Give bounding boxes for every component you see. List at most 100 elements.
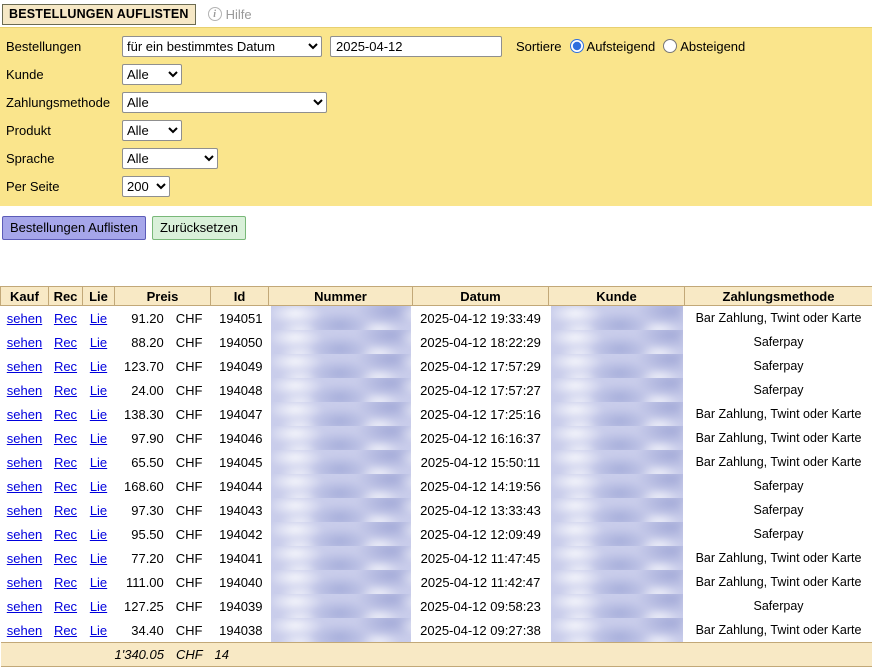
order-date: 2025-04-12 15:50:11 [413,450,549,474]
currency-label: CHF [176,599,203,614]
customer-redacted [551,378,683,402]
rec-link[interactable]: Rec [54,623,77,638]
price-value: 127.25 [115,599,164,614]
kunde-select[interactable]: Alle [122,64,182,85]
price-value: 88.20 [115,335,164,350]
lie-link[interactable]: Lie [90,575,107,590]
order-id: 194047 [211,402,269,426]
table-row: sehen Rec Lie 97.30 CHF 194043 2025-04-1… [1,498,872,522]
order-date: 2025-04-12 11:47:45 [413,546,549,570]
rec-link[interactable]: Rec [54,311,77,326]
lie-link[interactable]: Lie [90,503,107,518]
rec-link[interactable]: Rec [54,455,77,470]
price-value: 77.20 [115,551,164,566]
order-id: 194043 [211,498,269,522]
filter-row-bestellungen: Bestellungen für ein bestimmtes Datum So… [0,32,872,60]
help-link[interactable]: i Hilfe [208,7,252,22]
currency-label: CHF [176,311,203,326]
page-title: BESTELLUNGEN AUFLISTEN [2,4,196,25]
rec-link[interactable]: Rec [54,551,77,566]
customer-redacted [551,618,683,642]
lie-link[interactable]: Lie [90,551,107,566]
lie-link[interactable]: Lie [90,623,107,638]
date-input[interactable] [330,36,502,57]
lie-link[interactable]: Lie [90,455,107,470]
sehen-link[interactable]: sehen [7,575,42,590]
header-kunde: Kunde [549,287,685,306]
header-preis: Preis [115,287,211,306]
lie-link[interactable]: Lie [90,599,107,614]
order-number-redacted [271,546,411,570]
payment-method: Saferpay [685,594,872,618]
per-seite-select[interactable]: 200 [122,176,170,197]
lie-link[interactable]: Lie [90,407,107,422]
sprache-select[interactable]: Alle [122,148,218,169]
customer-redacted [551,450,683,474]
top-bar: BESTELLUNGEN AUFLISTEN i Hilfe [0,0,872,27]
order-number-redacted [271,426,411,450]
rec-link[interactable]: Rec [54,407,77,422]
sort-descending-option[interactable]: Absteigend [663,39,745,54]
sehen-link[interactable]: sehen [7,335,42,350]
table-row: sehen Rec Lie 123.70 CHF 194049 2025-04-… [1,354,872,378]
lie-link[interactable]: Lie [90,479,107,494]
lie-link[interactable]: Lie [90,311,107,326]
rec-link[interactable]: Rec [54,383,77,398]
zahlungsmethode-label: Zahlungsmethode [6,95,122,110]
filter-row-kunde: Kunde Alle [0,60,872,88]
rec-link[interactable]: Rec [54,503,77,518]
sehen-link[interactable]: sehen [7,455,42,470]
customer-redacted [551,546,683,570]
sort-descending-radio[interactable] [663,39,677,53]
sehen-link[interactable]: sehen [7,623,42,638]
header-rec: Rec [49,287,83,306]
sehen-link[interactable]: sehen [7,359,42,374]
bestellungen-label: Bestellungen [6,39,122,54]
header-lie: Lie [83,287,115,306]
rec-link[interactable]: Rec [54,431,77,446]
order-id: 194050 [211,330,269,354]
sehen-link[interactable]: sehen [7,383,42,398]
lie-link[interactable]: Lie [90,335,107,350]
sort-ascending-option[interactable]: Aufsteigend [570,39,656,54]
order-number-redacted [271,354,411,378]
currency-label: CHF [176,407,203,422]
rec-link[interactable]: Rec [54,479,77,494]
list-orders-button[interactable]: Bestellungen Auflisten [2,216,146,240]
filter-row-sprache: Sprache Alle [0,144,872,172]
reset-button[interactable]: Zurücksetzen [152,216,246,240]
sort-group: Sortiere Aufsteigend Absteigend [516,39,745,54]
lie-link[interactable]: Lie [90,431,107,446]
zahlungsmethode-select[interactable]: Alle [122,92,327,113]
order-number-redacted [271,474,411,498]
currency-label: CHF [176,455,203,470]
rec-link[interactable]: Rec [54,335,77,350]
sehen-link[interactable]: sehen [7,311,42,326]
payment-method: Bar Zahlung, Twint oder Karte [685,306,872,331]
header-datum: Datum [413,287,549,306]
lie-link[interactable]: Lie [90,383,107,398]
produkt-select[interactable]: Alle [122,120,182,141]
lie-link[interactable]: Lie [90,359,107,374]
order-id: 194041 [211,546,269,570]
order-date: 2025-04-12 09:27:38 [413,618,549,643]
sehen-link[interactable]: sehen [7,431,42,446]
sehen-link[interactable]: sehen [7,503,42,518]
table-row: sehen Rec Lie 168.60 CHF 194044 2025-04-… [1,474,872,498]
total-amount: 1'340.05 [115,647,164,662]
rec-link[interactable]: Rec [54,599,77,614]
payment-method: Saferpay [685,522,872,546]
sort-ascending-radio[interactable] [570,39,584,53]
sehen-link[interactable]: sehen [7,407,42,422]
total-currency-label: CHF [176,647,203,662]
sehen-link[interactable]: sehen [7,479,42,494]
sehen-link[interactable]: sehen [7,527,42,542]
lie-link[interactable]: Lie [90,527,107,542]
rec-link[interactable]: Rec [54,527,77,542]
bestellungen-select[interactable]: für ein bestimmtes Datum [122,36,322,57]
sehen-link[interactable]: sehen [7,599,42,614]
rec-link[interactable]: Rec [54,359,77,374]
rec-link[interactable]: Rec [54,575,77,590]
payment-method: Bar Zahlung, Twint oder Karte [685,618,872,643]
sehen-link[interactable]: sehen [7,551,42,566]
